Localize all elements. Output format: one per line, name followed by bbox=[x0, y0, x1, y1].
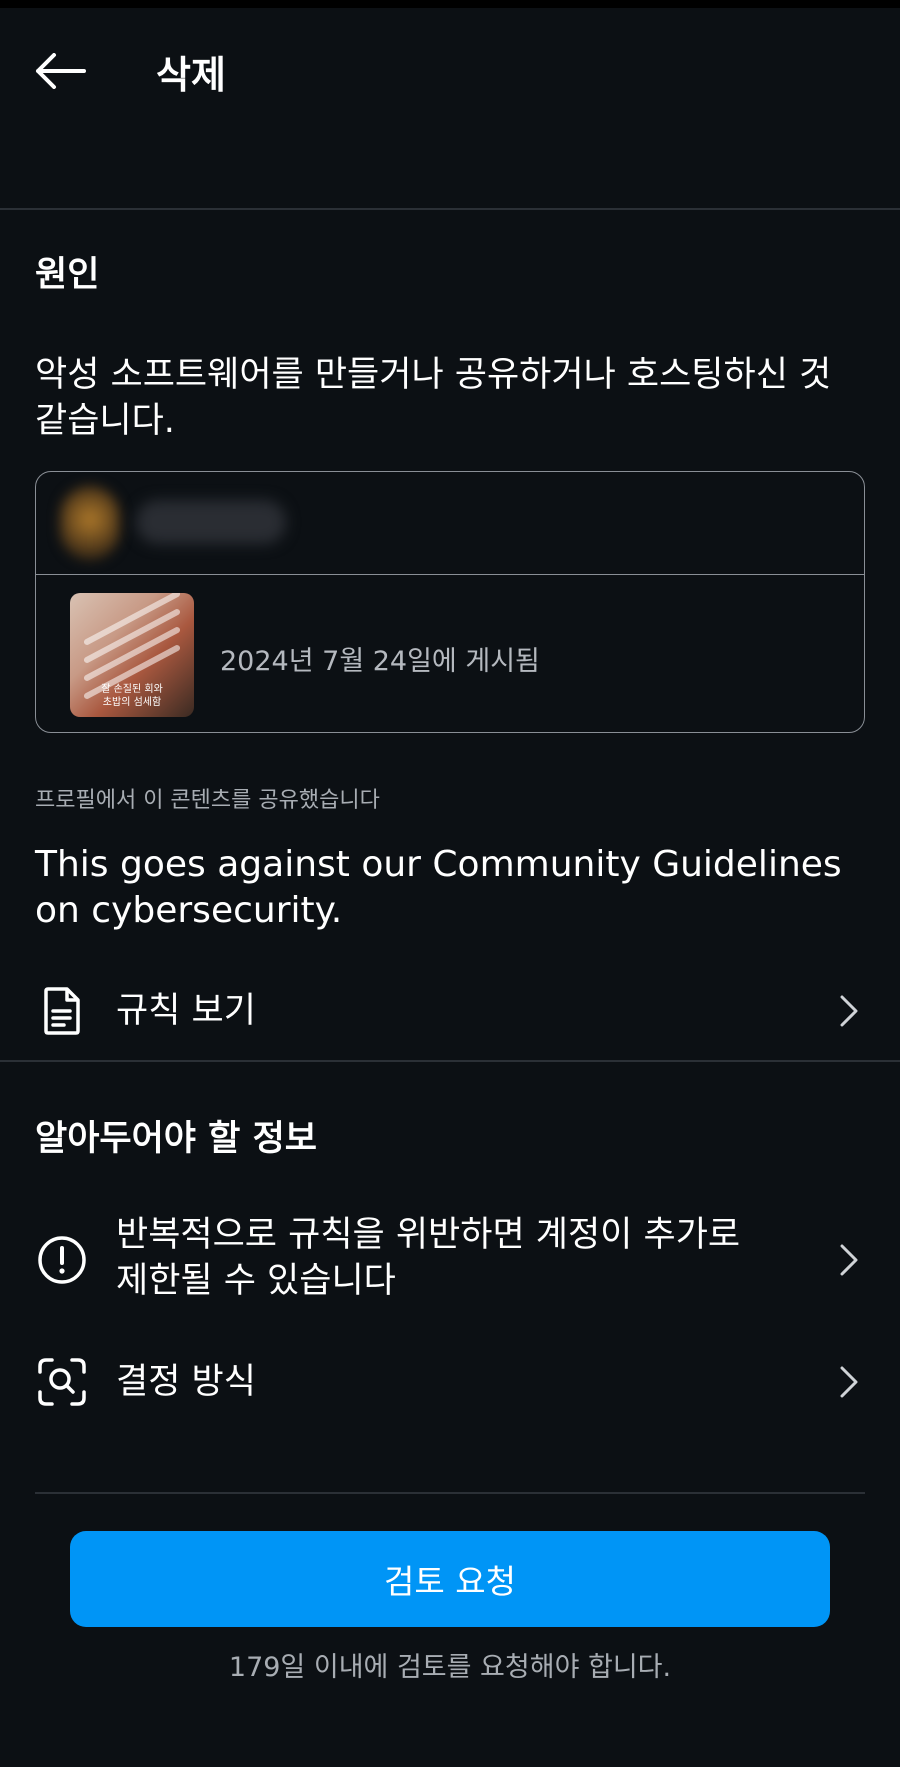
info-item-decision-method[interactable]: 결정 방식 bbox=[0, 1356, 900, 1408]
blurred-username bbox=[136, 500, 286, 544]
shared-note: 프로필에서 이 콘텐츠를 공유했습니다 bbox=[35, 788, 380, 813]
view-rules-row[interactable]: 규칙 보기 bbox=[0, 985, 900, 1037]
review-deadline-text: 179일 이내에 검토를 요청해야 합니다. bbox=[228, 1652, 672, 1683]
chevron-right-icon bbox=[840, 1244, 858, 1276]
footer-divider bbox=[35, 1492, 865, 1494]
status-bar bbox=[0, 0, 900, 8]
top-app-bar: 삭제 bbox=[0, 8, 900, 210]
post-card[interactable]: 잘 손질된 회와 초밥의 섬세함 2024년 7월 24일에 게시됨 bbox=[35, 471, 865, 733]
chevron-right-icon bbox=[840, 995, 858, 1027]
guideline-text: This goes against our Community Guidelin… bbox=[35, 844, 842, 931]
request-review-button[interactable]: 검토 요청 bbox=[70, 1531, 830, 1627]
chevron-right-icon bbox=[840, 1366, 858, 1398]
info-section-title: 알아두어야 할 정보 bbox=[35, 1119, 317, 1159]
reason-section-title: 원인 bbox=[35, 255, 100, 295]
info-item-label: 반복적으로 규칙을 위반하면 계정이 추가로 제한될 수 있습니다 bbox=[116, 1215, 741, 1301]
page-title: 삭제 bbox=[156, 53, 226, 97]
post-card-header bbox=[36, 472, 864, 575]
reason-text: 악성 소프트웨어를 만들거나 공유하거나 호스팅하신 것 같습니다. bbox=[35, 355, 832, 441]
posted-date: 2024년 7월 24일에 게시됨 bbox=[220, 646, 540, 677]
arrow-left-icon bbox=[36, 53, 86, 89]
alert-circle-icon bbox=[38, 1236, 86, 1284]
post-card-body: 잘 손질된 회와 초밥의 섬세함 2024년 7월 24일에 게시됨 bbox=[36, 575, 864, 731]
scan-search-icon bbox=[38, 1358, 86, 1406]
blurred-avatar bbox=[60, 486, 120, 560]
document-icon bbox=[44, 987, 80, 1035]
info-item-label: 결정 방식 bbox=[116, 1362, 256, 1402]
back-button[interactable] bbox=[30, 46, 90, 96]
view-rules-label: 규칙 보기 bbox=[116, 991, 256, 1031]
thumbnail-caption: 잘 손질된 회와 초밥의 섬세함 bbox=[101, 684, 163, 708]
post-thumbnail[interactable]: 잘 손질된 회와 초밥의 섬세함 bbox=[70, 593, 194, 717]
section-divider bbox=[0, 1060, 900, 1062]
info-item-repeat-violations[interactable]: 반복적으로 규칙을 위반하면 계정이 추가로 제한될 수 있습니다 bbox=[0, 1212, 900, 1308]
